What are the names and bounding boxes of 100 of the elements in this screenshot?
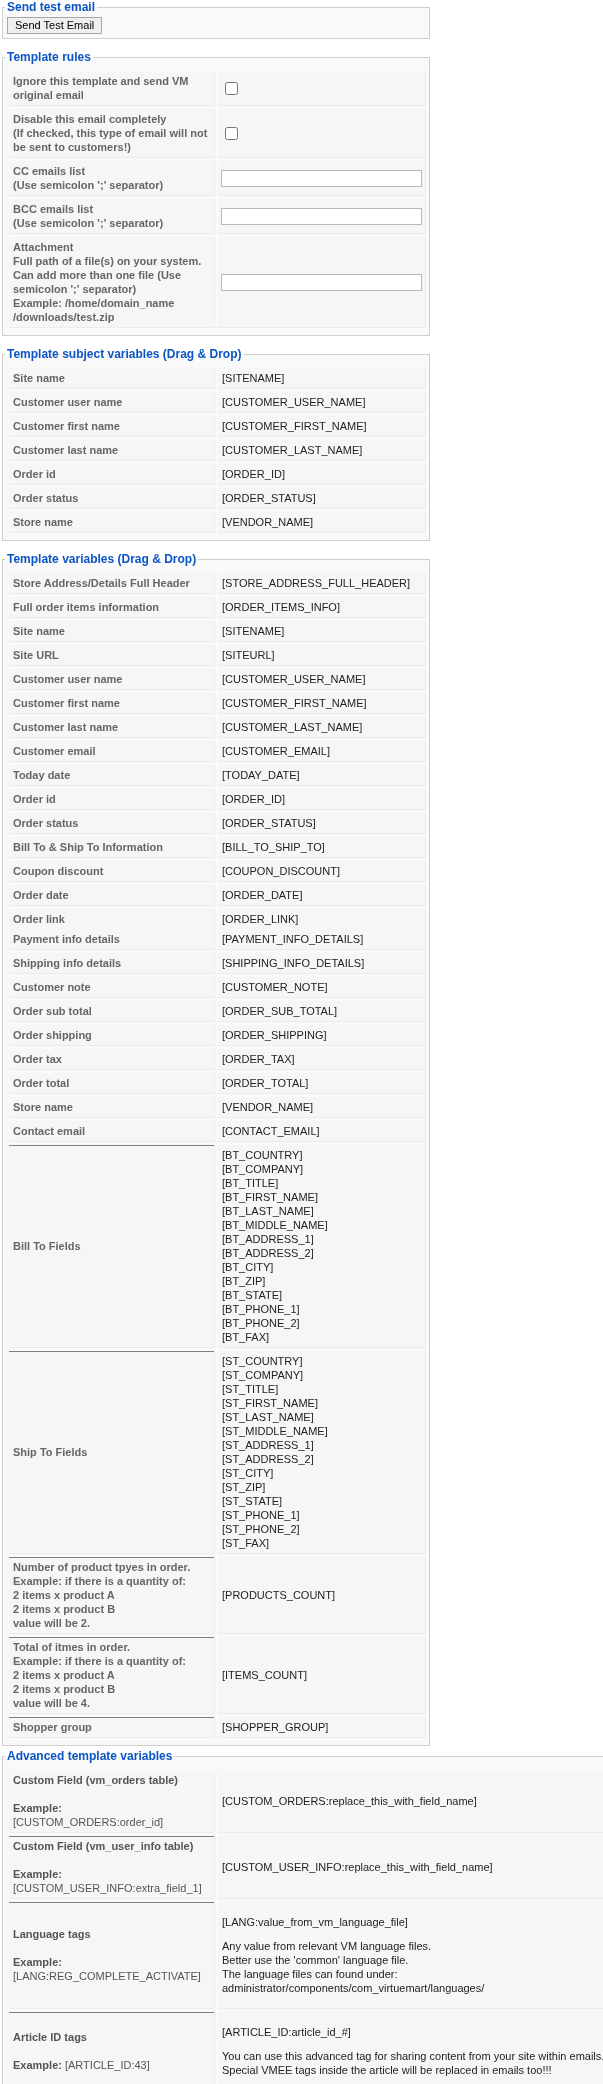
variable-tag[interactable]: [PRODUCTS_COUNT] [218,1557,426,1634]
send-test-email-button[interactable]: Send Test Email [7,17,103,34]
variable-tag[interactable]: [STORE_ADDRESS_FULL_HEADER] [218,573,426,594]
variable-name: Order link [13,912,66,926]
setting-label: CC emails list (Use semicolon ';' separator) [9,161,215,196]
variable-tag[interactable]: [BT_COUNTRY] [222,1148,421,1162]
variable-tag[interactable]: [BT_FIRST_NAME] [222,1190,421,1204]
variable-tag[interactable]: [ST_TITLE] [222,1382,421,1396]
variable-tag[interactable]: [ST_FIRST_NAME] [222,1396,421,1410]
variable-tag[interactable]: [PAYMENT_INFO_DETAILS] [222,932,421,946]
variable-tag[interactable]: [BT_ADDRESS_2] [222,1246,421,1260]
variable-tag[interactable]: [ST_FAX] [222,1536,421,1550]
variable-name: Ship To Fields [9,1351,215,1554]
variable-tag[interactable]: [ST_MIDDLE_NAME] [222,1424,421,1438]
variable-tag[interactable]: [TODAY_DATE] [218,765,426,786]
variable-tag[interactable]: [CUSTOMER_LAST_NAME] [218,717,426,738]
variable-tag[interactable]: [SHIPPING_INFO_DETAILS] [218,953,426,974]
variable-tag[interactable]: [CUSTOMER_EMAIL] [218,741,426,762]
variable-tag[interactable]: [ORDER_ID] [218,464,426,485]
variable-name: Customer first name [9,693,215,714]
variable-name: Customer email [9,741,215,762]
field-title: Custom Field (vm_orders table) [13,1773,180,1787]
variable-tag[interactable]: [BT_STATE] [222,1288,421,1302]
variable-tag[interactable]: [ORDER_STATUS] [218,813,426,834]
setting-label: Ignore this template and send VM original email [9,71,215,106]
variable-name: Coupon discount [9,861,215,882]
variable-tag[interactable]: [CONTACT_EMAIL] [218,1121,426,1142]
variable-tag[interactable]: [ORDER_SUB_TOTAL] [218,1001,426,1022]
variable-tag[interactable]: [CUSTOMER_FIRST_NAME] [218,693,426,714]
variable-tag: [ARTICLE_ID:article_id_#] [222,2025,603,2039]
variable-name: Order shipping [9,1025,215,1046]
variable-name: Shipping info details [9,953,215,974]
variable-tag[interactable]: [ST_CITY] [222,1466,421,1480]
variable-tag[interactable]: [CUSTOMER_USER_NAME] [218,392,426,413]
variable-name: Customer note [9,977,215,998]
variable-tag[interactable]: [ST_ADDRESS_2] [222,1452,421,1466]
variable-tag[interactable]: [ORDER_TOTAL] [218,1073,426,1094]
variable-tag[interactable]: [BT_CITY] [222,1260,421,1274]
variable-tag[interactable]: [ORDER_DATE] [218,885,426,906]
variable-tag[interactable]: [SITEURL] [218,645,426,666]
variable-tag[interactable]: [BT_FAX] [222,1330,421,1344]
variable-name: Order status [9,488,215,509]
checkbox[interactable] [225,126,238,140]
variable-tag[interactable]: [SITENAME] [218,621,426,642]
section-title: Template rules [6,50,92,64]
variable-tag[interactable]: [BT_MIDDLE_NAME] [222,1218,421,1232]
example-text: Example: [LANG:REG_COMPLETE_ACTIVATE] [13,1955,202,1983]
text-field[interactable] [221,207,422,225]
variable-name: Order id [9,789,215,810]
variable-tag[interactable]: [ORDER_ID] [218,789,426,810]
variable-tag[interactable]: [ITEMS_COUNT] [218,1637,426,1714]
variable-tag[interactable]: [CUSTOMER_NOTE] [218,977,426,998]
field-title: Custom Field (vm_user_info table) [13,1839,195,1853]
variable-tag[interactable]: [ST_ADDRESS_1] [222,1438,421,1452]
variable-tag[interactable]: [ST_STATE] [222,1494,421,1508]
variable-tag[interactable]: [BT_TITLE] [222,1176,421,1190]
variable-tag[interactable]: [BT_ZIP] [222,1274,421,1288]
section-title: Send test email [6,0,97,14]
variable-name: Customer user name [9,392,215,413]
variable-name: Store name [9,1097,215,1118]
variable-tag[interactable]: [ST_PHONE_2] [222,1522,421,1536]
section-title: Advanced template variables [6,1749,174,1763]
variable-tag[interactable]: [ORDER_TAX] [218,1049,426,1070]
variable-tag[interactable]: [SITENAME] [218,368,426,389]
variable-tag[interactable]: [BILL_TO_SHIP_TO] [218,837,426,858]
text-field[interactable] [221,273,422,291]
variable-tag[interactable]: [BT_COMPANY] [222,1162,421,1176]
variable-tag[interactable]: [VENDOR_NAME] [218,1097,426,1118]
text-field[interactable] [221,169,422,187]
variable-tag[interactable]: [ST_ZIP] [222,1480,421,1494]
variable-tag[interactable]: [ORDER_STATUS] [218,488,426,509]
variable-name: Payment info details [13,932,121,946]
variable-tag[interactable]: [BT_PHONE_2] [222,1316,421,1330]
variable-name: Number of product tpyes in order. Example: if there is a quantity of: 2 items x product A 2 items x product B value will be 2. [9,1557,215,1634]
variable-tag[interactable]: [CUSTOMER_USER_NAME] [218,669,426,690]
variable-tag[interactable]: [ST_COUNTRY] [222,1354,421,1368]
variable-tag[interactable]: [ST_LAST_NAME] [222,1410,421,1424]
example-text: Example: [CUSTOM_ORDERS:order_id] [13,1801,165,1829]
variable-name: Full order items information [9,597,215,618]
setting-label: Attachment Full path of a file(s) on your system. Can add more than one file (Use semicolon ';' separator) Example: /home/domain_name /downloads/test.zip [9,237,215,328]
variable-tag[interactable]: [VENDOR_NAME] [218,512,426,533]
variable-name: Store Address/Details Full Header [9,573,215,594]
variable-tag[interactable]: [BT_PHONE_1] [222,1302,421,1316]
variable-name: Customer last name [9,440,215,461]
variable-tag[interactable]: [ORDER_SHIPPING] [218,1025,426,1046]
variable-tag[interactable]: [ST_COMPANY] [222,1368,421,1382]
variable-tag[interactable]: [COUPON_DISCOUNT] [218,861,426,882]
variable-name: Customer user name [9,669,215,690]
variable-tag[interactable]: [ORDER_ITEMS_INFO] [218,597,426,618]
variable-tag[interactable]: [ORDER_LINK] [222,912,421,926]
tag-description: Any value from relevant VM language files. Better use the 'common' language file. The language files can found under: administrator/components/com_virtuemart/languages/ [222,1939,486,1995]
variable-tag[interactable]: [CUSTOMER_LAST_NAME] [218,440,426,461]
variable-tag[interactable]: [SHOPPER_GROUP] [218,1717,426,1738]
variable-name: Order tax [9,1049,215,1070]
variable-tag[interactable]: [ST_PHONE_1] [222,1508,421,1522]
variable-tag[interactable]: [BT_LAST_NAME] [222,1204,421,1218]
checkbox[interactable] [225,81,238,95]
variable-tag[interactable]: [CUSTOMER_FIRST_NAME] [218,416,426,437]
setting-label: Disable this email completely (If checked, this type of email will not be sent to customers!) [9,109,215,158]
variable-tag[interactable]: [BT_ADDRESS_1] [222,1232,421,1246]
